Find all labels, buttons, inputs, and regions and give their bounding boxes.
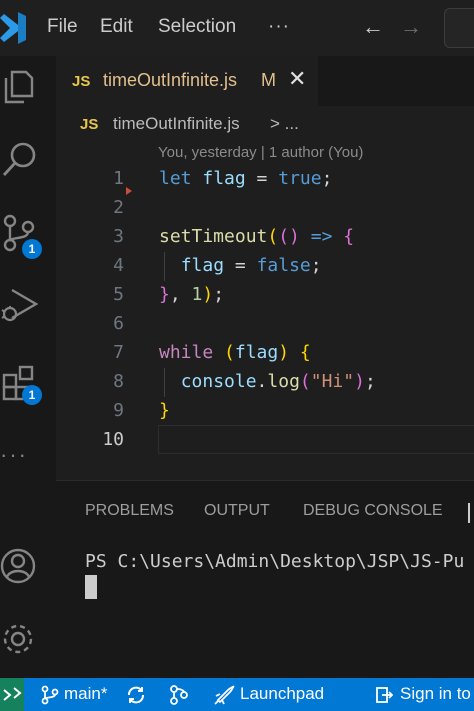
code-line-1: 1 let flag = true; — [56, 165, 474, 194]
bottom-panel: PROBLEMS OUTPUT DEBUG CONSOLE PS C:\User… — [56, 480, 474, 678]
operator: = — [224, 255, 257, 276]
function-name: setTimeout — [159, 226, 268, 247]
modified-indicator: M — [261, 70, 276, 90]
tab-timeoutinfinite[interactable]: JS timeOutInfinite.js M ✕ — [56, 56, 318, 106]
back-arrow-icon[interactable]: ← — [362, 14, 384, 40]
code-editor[interactable]: 1 let flag = true; 2 3 setTimeout(() => … — [56, 165, 474, 465]
bracket: ) — [278, 342, 290, 363]
explorer-files-icon[interactable] — [0, 66, 40, 106]
code-line-4: 4 flag = false; — [56, 252, 474, 281]
bracket: } — [159, 284, 170, 305]
punctuation: ; — [213, 284, 225, 305]
identifier: flag — [202, 168, 246, 189]
literal: false — [256, 255, 311, 276]
close-icon[interactable]: ✕ — [288, 66, 306, 92]
line-number: 7 — [113, 342, 124, 363]
identifier: flag — [234, 342, 279, 363]
activity-bar: 1 1 ··· — [0, 56, 56, 678]
codelens-blame[interactable]: You, yesterday | 1 author (You) — [158, 144, 363, 161]
code-line-3: 3 setTimeout(() => { — [56, 223, 474, 252]
sign-in-icon — [376, 687, 394, 703]
bracket: ( — [213, 342, 235, 363]
menu-file[interactable]: File — [47, 16, 78, 38]
bracket: ( — [299, 371, 311, 392]
punctuation: , — [169, 284, 192, 305]
forward-arrow-icon[interactable]: → — [400, 14, 422, 40]
keyword: let — [159, 168, 192, 189]
line-number: 9 — [113, 400, 124, 421]
function-name: log — [267, 371, 300, 392]
git-graph-icon[interactable] — [168, 684, 190, 706]
code-line-8: 8 console.log("Hi"); — [56, 368, 474, 397]
literal: true — [278, 168, 322, 189]
line-number: 4 — [113, 255, 124, 276]
tab-debug-console[interactable]: DEBUG CONSOLE — [303, 502, 443, 520]
bracket: { — [343, 226, 355, 247]
launchpad-label[interactable]: Launchpad — [240, 684, 324, 704]
punctuation: ; — [321, 168, 333, 189]
string-literal: "Hi" — [310, 371, 355, 392]
javascript-file-icon: JS — [72, 73, 91, 90]
tab-terminal-edge[interactable] — [468, 503, 470, 523]
keyword: while — [159, 342, 214, 363]
number-literal: 1 — [191, 284, 203, 305]
line-number: 2 — [113, 197, 124, 218]
editor-tab-bar: JS timeOutInfinite.js M ✕ — [56, 56, 474, 106]
bracket: ) — [202, 284, 214, 305]
operator: = — [245, 168, 279, 189]
search-icon[interactable] — [0, 139, 40, 179]
line-number: 8 — [113, 371, 124, 392]
more-views-icon[interactable]: ··· — [0, 442, 28, 468]
bracket: ) — [354, 371, 365, 392]
code-line-9: 9 } — [56, 397, 474, 426]
code-line-5: 5 }, 1); — [56, 281, 474, 310]
remote-icon — [3, 687, 22, 701]
sign-in-label[interactable]: Sign in to — [400, 684, 471, 704]
tab-filename: timeOutInfinite.js — [103, 70, 238, 90]
launchpad-rocket-icon — [214, 685, 235, 705]
extensions-badge: 1 — [22, 385, 42, 405]
code-line-7: 7 while (flag) { — [56, 339, 474, 368]
run-debug-icon[interactable] — [0, 284, 40, 324]
menu-selection[interactable]: Selection — [158, 16, 236, 38]
code-line-2: 2 — [56, 194, 474, 223]
punctuation: ; — [310, 255, 322, 276]
punctuation: ; — [364, 371, 376, 392]
code-line-6: 6 — [56, 310, 474, 339]
code-line-10: 10 — [56, 426, 474, 455]
line-number: 5 — [113, 284, 124, 305]
punctuation: . — [256, 371, 268, 392]
terminal-cursor — [85, 575, 97, 599]
identifier: console — [180, 371, 257, 392]
identifier: flag — [180, 255, 225, 276]
line-number: 6 — [113, 313, 124, 334]
title-bar: File Edit Selection ··· ← → — [0, 0, 474, 56]
menu-more[interactable]: ··· — [268, 16, 290, 38]
accounts-icon[interactable] — [0, 546, 40, 586]
breadcrumb-symbols[interactable]: > ... — [270, 114, 299, 134]
line-number: 1 — [113, 168, 124, 189]
scm-badge: 1 — [22, 239, 42, 259]
line-number: 10 — [102, 429, 124, 450]
bracket: } — [159, 400, 170, 421]
javascript-file-icon: JS — [80, 116, 99, 133]
branch-icon — [41, 685, 59, 705]
branch-name[interactable]: main* — [64, 684, 107, 704]
vscode-logo-icon — [0, 12, 26, 44]
line-number: 3 — [113, 226, 124, 247]
arrow-operator: => — [299, 226, 344, 247]
tab-output[interactable]: OUTPUT — [204, 502, 270, 520]
status-bar: main* Launchpad Sign in to — [0, 678, 474, 711]
bracket: () — [278, 226, 300, 247]
breadcrumb-file[interactable]: timeOutInfinite.js — [113, 114, 240, 134]
command-center[interactable] — [444, 8, 474, 48]
bracket: { — [289, 342, 311, 363]
remote-indicator[interactable] — [0, 678, 24, 711]
bracket: ( — [267, 226, 279, 247]
menu-edit[interactable]: Edit — [100, 16, 133, 38]
sync-icon[interactable] — [126, 685, 146, 705]
tab-problems[interactable]: PROBLEMS — [85, 502, 174, 520]
terminal-prompt[interactable]: PS C:\Users\Admin\Desktop\JSP\JS-Pu — [85, 551, 464, 572]
gear-icon[interactable] — [0, 619, 40, 659]
